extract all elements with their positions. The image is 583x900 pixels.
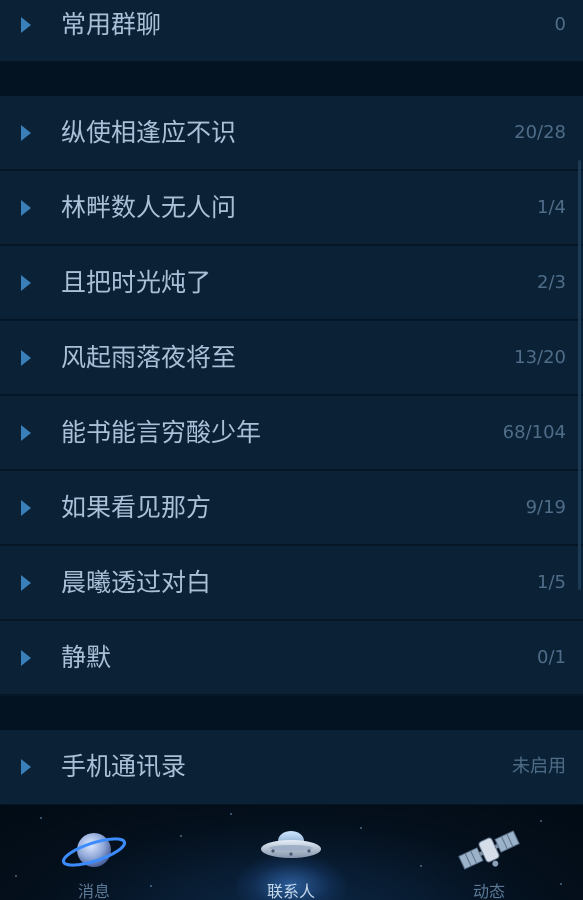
expand-arrow-icon [21,424,31,441]
expand-arrow-icon [21,649,31,666]
group-label: 林畔数人无人问 [61,193,237,222]
expand-arrow-icon [21,349,31,366]
group-count: 2/3 [537,272,566,293]
group-row-common-chats[interactable]: 常用群聊 0 [0,0,583,62]
group-count: 13/20 [514,347,566,368]
tab-feed[interactable]: 动态 [419,805,559,900]
scrollbar[interactable] [578,160,581,590]
group-row[interactable]: 晨曦透过对白 1/5 [0,546,583,620]
star-decoration [560,883,562,885]
group-row[interactable]: 林畔数人无人问 1/4 [0,171,583,245]
group-row[interactable]: 风起雨落夜将至 13/20 [0,321,583,395]
group-count: 20/28 [514,122,566,143]
contacts-screen: 常用群聊 0 纵使相逢应不识 20/28 林畔数人无人问 1/4 且把时光炖了 … [0,0,583,900]
phone-contacts-row[interactable]: 手机通讯录 未启用 [0,730,583,805]
satellite-icon [457,825,521,879]
group-label: 晨曦透过对白 [61,568,212,597]
expand-arrow-icon [21,574,31,591]
group-row[interactable]: 纵使相逢应不识 20/28 [0,96,583,170]
group-label: 常用群聊 [61,10,162,39]
group-count: 1/4 [537,197,566,218]
group-count: 1/5 [537,572,566,593]
phone-contacts-status: 未启用 [512,756,566,777]
group-row[interactable]: 且把时光炖了 2/3 [0,246,583,320]
group-label: 如果看见那方 [61,493,212,522]
expand-arrow-icon [21,16,31,33]
group-row[interactable]: 静默 0/1 [0,621,583,695]
group-row[interactable]: 能书能言穷酸少年 68/104 [0,396,583,470]
ufo-icon [259,827,323,875]
bottom-tab-bar: 消息 联系人 动态 [0,805,583,900]
group-count: 0/1 [537,647,566,668]
tab-label: 联系人 [266,882,315,900]
tab-label: 动态 [472,882,505,900]
expand-arrow-icon [21,124,31,141]
group-count: 9/19 [525,497,566,518]
tab-contacts[interactable]: 联系人 [221,805,361,900]
group-label: 纵使相逢应不识 [61,118,237,147]
expand-arrow-icon [21,274,31,291]
star-decoration [15,875,17,877]
group-label: 能书能言穷酸少年 [61,418,262,447]
expand-arrow-icon [21,499,31,516]
group-count: 68/104 [502,422,566,443]
expand-arrow-icon [21,199,31,216]
group-count: 0 [554,14,566,35]
group-row[interactable]: 如果看见那方 9/19 [0,471,583,545]
group-label: 且把时光炖了 [61,268,212,297]
section-gap [0,62,583,96]
group-label: 手机通讯录 [61,752,187,781]
group-label: 风起雨落夜将至 [61,343,237,372]
group-label: 静默 [61,643,112,672]
section-gap [0,696,583,730]
star-decoration [180,835,182,837]
planet-icon [59,825,129,879]
tab-messages[interactable]: 消息 [24,805,164,900]
expand-arrow-icon [21,759,31,775]
tab-label: 消息 [77,882,110,900]
